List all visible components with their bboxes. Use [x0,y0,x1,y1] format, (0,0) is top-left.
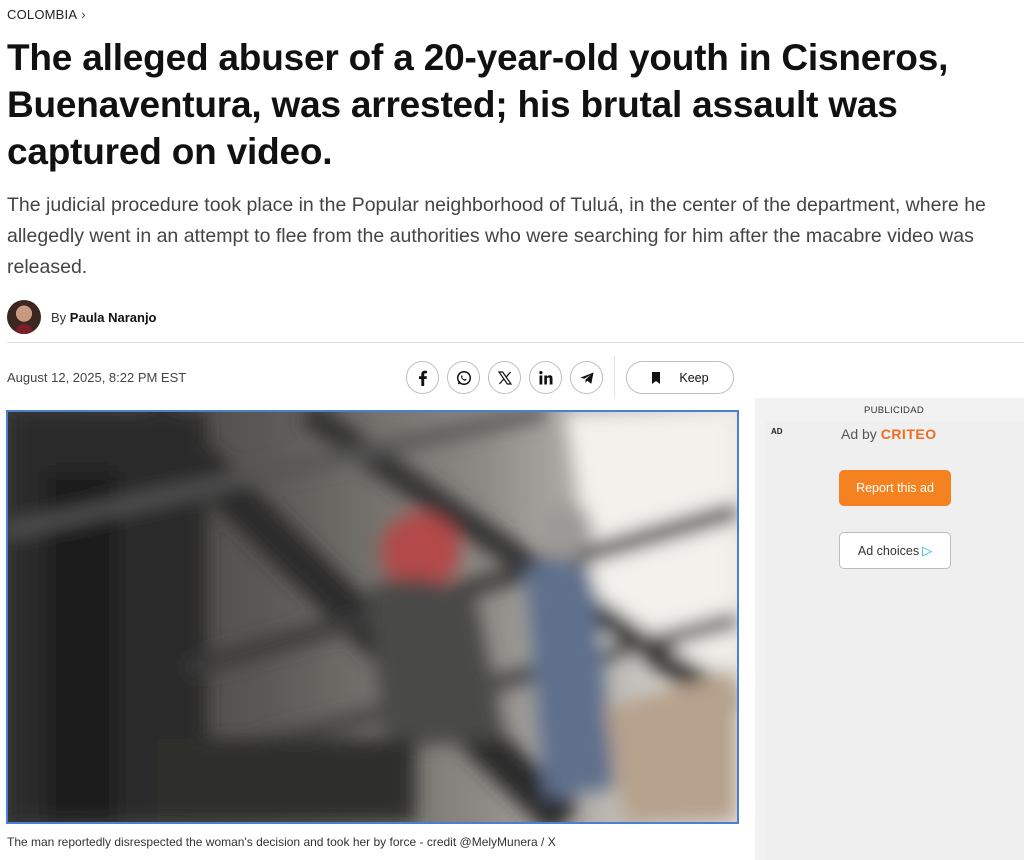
breadcrumb-section-link[interactable]: COLOMBIA [7,7,77,22]
linkedin-icon [538,370,552,384]
article-subtitle: The judicial procedure took place in the… [7,194,986,278]
ad-by-criteo[interactable]: Ad by CRITEO [841,426,937,442]
article-photo[interactable] [6,410,739,824]
report-ad-button[interactable]: Report this ad [839,470,951,506]
keep-label: Keep [679,370,709,385]
facebook-icon [418,370,427,386]
share-facebook-button[interactable] [406,361,439,394]
ad-label: PUBLICIDAD [863,405,924,416]
ad-slot: PUBLICIDAD AD Ad by CRITEO Report this a… [755,398,1024,860]
author-prefix: By [51,309,67,325]
photo-caption: The man reportedly disrespected the woma… [7,835,556,849]
share-telegram-button[interactable] [570,361,603,394]
author-text: By Paula Naranjo [51,310,157,325]
ad-by-prefix: Ad by [841,426,877,442]
author-byline: By Paula Naranjo [7,300,157,334]
publish-date: August 12, 2025, 8:22 PM EST [7,370,187,385]
ad-choices-button[interactable]: Ad choices ▷ [839,532,951,569]
ad-tag: AD [771,427,783,436]
telegram-icon [580,372,593,384]
ad-choices-label: Ad choices [857,543,920,558]
ad-container: AD Ad by CRITEO Report this ad Ad choice… [765,422,1024,860]
keep-button[interactable]: Keep [626,361,734,394]
adchoices-icon: ▷ [922,542,933,558]
author-avatar[interactable] [7,300,41,334]
share-linkedin-button[interactable] [529,361,562,394]
article-headline: The alleged abuser of a 20-year-old yout… [7,37,949,172]
whatsapp-icon [456,370,471,385]
criteo-logo: CRITEO [880,426,937,442]
share-whatsapp-button[interactable] [447,361,480,394]
x-icon [497,370,512,385]
breadcrumb: COLOMBIA › [7,7,86,22]
article-image [8,412,737,822]
bookmark-icon [652,371,661,384]
chevron-right-icon: › [81,7,86,22]
divider [7,342,1024,343]
share-bar [406,361,603,394]
vertical-divider [614,356,615,398]
author-name-link[interactable]: Paula Naranjo [70,310,157,325]
share-x-button[interactable] [488,361,521,394]
